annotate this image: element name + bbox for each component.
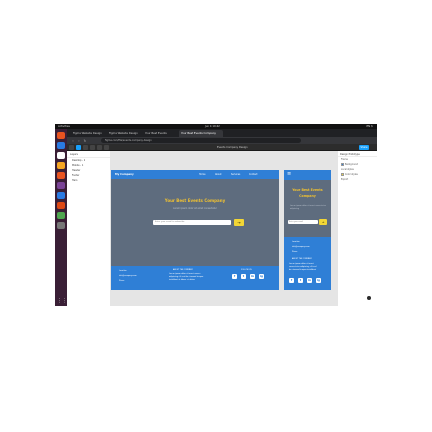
show-apps-icon[interactable]: ⋮⋮ [57, 298, 67, 304]
subscribe-button[interactable]: → [234, 219, 244, 226]
color-swatch[interactable] [341, 173, 344, 176]
layers-panel: Layers Desktop - 1 Mobile - 1 Header Foo… [67, 151, 111, 306]
trash-icon[interactable] [57, 222, 65, 229]
hamburger-menu-icon[interactable]: ≡ [287, 172, 291, 177]
properties-panel: Design Prototype Frame Background Local … [337, 151, 377, 306]
layer-item[interactable]: Hero [67, 178, 110, 183]
software-icon[interactable] [57, 182, 65, 189]
footer-follow-title: FOLLOW US [241, 269, 252, 271]
forward-icon[interactable]: › [77, 139, 81, 143]
dock: ⋮⋮ [55, 129, 67, 306]
mobile-frame[interactable]: ≡ Your Best Events Company Lorem ipsum d… [284, 170, 331, 290]
footer-about-text: adipiscing elit sed do eiusmod tempor [169, 276, 204, 278]
files-icon[interactable] [57, 152, 65, 159]
site-header: My Company Home About Services Contact [111, 170, 279, 179]
footer-contact: info@company.com [119, 275, 137, 277]
linkedin-icon[interactable]: in [250, 274, 255, 279]
footer-about-text: Lorem ipsum dolor sit amet consec [169, 273, 201, 275]
browser-tab[interactable]: Figma Website Design [107, 130, 141, 137]
nav-link[interactable]: Contact [249, 173, 258, 176]
footer-about-title: ABOUT THE COMPANY [292, 258, 312, 260]
terminal-icon[interactable] [57, 202, 65, 209]
layers-header: Layers [67, 151, 110, 158]
mobile-subscribe-input[interactable]: Enter your email [288, 220, 318, 224]
props-row[interactable]: Export [338, 177, 377, 182]
site-footer: Location info@company.com Phone ABOUT TH… [111, 266, 279, 290]
share-button[interactable]: Share [359, 145, 369, 150]
rhythmbox-icon[interactable] [57, 162, 65, 169]
color-swatch[interactable] [341, 163, 344, 166]
footer-about-title: ABOUT THE COMPANY [173, 269, 193, 271]
help-icon[interactable] [57, 192, 65, 199]
address-bar[interactable]: figma.com/file/events-company-design [101, 138, 301, 143]
browser-tab[interactable]: Figma Website Design [71, 130, 105, 137]
nav-link[interactable]: Home [199, 173, 205, 176]
footer-about-text: incididunt ut labore et dolore [169, 279, 196, 281]
pen-tool-icon[interactable] [97, 145, 102, 150]
clock[interactable]: Jun 4 10:42 [205, 125, 220, 128]
facebook-icon[interactable]: f [232, 274, 237, 279]
site-logo[interactable]: My Company [115, 173, 134, 176]
footer-contact: Phone [119, 280, 125, 282]
browser-tab-active[interactable]: Your Best Events Company [179, 130, 223, 137]
linkedin-icon[interactable]: in [307, 278, 312, 283]
footer-about-text: Lorem ipsum dolor sit amet [289, 263, 314, 265]
mobile-subscribe-button[interactable]: → [319, 219, 327, 225]
activities-button[interactable]: Activities [58, 125, 70, 128]
file-name[interactable]: Events Company Design [217, 146, 248, 149]
twitter-icon[interactable]: t [298, 278, 303, 283]
instagram-icon[interactable]: ig [259, 274, 264, 279]
footer-contact: info@company.com [292, 246, 310, 248]
hero-subtitle: Lorem ipsum dolor sit amet consectetur [173, 207, 217, 210]
mobile-hero-subtitle: Lorem ipsum dolor sit amet consectetur a… [290, 205, 326, 210]
settings-icon[interactable] [57, 212, 65, 219]
frame-tool-icon[interactable] [83, 145, 88, 150]
browser-tabstrip: Figma Website Design Figma Website Desig… [67, 129, 377, 137]
browser-toolbar: ‹ › ↻ figma.com/file/events-company-desi… [67, 137, 377, 144]
footer-about-text: consectetur adipiscing elit sed [289, 266, 317, 268]
hero-title: Your Best Events Company [164, 198, 226, 203]
footer-contact: Location [292, 241, 300, 243]
text-tool-icon[interactable] [104, 145, 109, 150]
props-row-label: Color styles [345, 173, 358, 176]
browser-tab[interactable]: Your Best Events [143, 130, 177, 137]
figma-menu-icon[interactable] [69, 145, 74, 150]
nav-link[interactable]: Services [231, 173, 240, 176]
subscribe-input[interactable]: Enter your email to subscribe [153, 220, 231, 225]
mobile-header: ≡ [284, 170, 331, 180]
twitter-icon[interactable]: t [241, 274, 246, 279]
nav-link[interactable]: About [215, 173, 221, 176]
mobile-hero-title: Your Best Events Company [292, 188, 323, 198]
props-row-label: Background [345, 163, 359, 166]
facebook-icon[interactable]: f [289, 278, 294, 283]
footer-contact: Location [119, 270, 127, 272]
reload-icon[interactable]: ↻ [83, 139, 87, 143]
desktop-frame[interactable]: My Company Home About Services Contact Y… [111, 170, 279, 290]
footer-about-text: do eiusmod tempor incididunt [289, 269, 317, 271]
cursor-indicator [367, 296, 371, 300]
move-tool-icon[interactable] [76, 145, 81, 150]
footer-contact: Phone [292, 251, 298, 253]
back-icon[interactable]: ‹ [71, 139, 75, 143]
firefox-icon[interactable] [57, 132, 65, 139]
chrome-icon[interactable] [57, 142, 65, 149]
system-tray[interactable]: EN ⏻ [367, 125, 373, 128]
figma-toolbar: Events Company Design Share [67, 144, 377, 151]
instagram-icon[interactable]: ig [316, 278, 321, 283]
mobile-footer: Location info@company.com Phone ABOUT TH… [284, 237, 331, 290]
writer-icon[interactable] [57, 172, 65, 179]
shape-tool-icon[interactable] [90, 145, 95, 150]
